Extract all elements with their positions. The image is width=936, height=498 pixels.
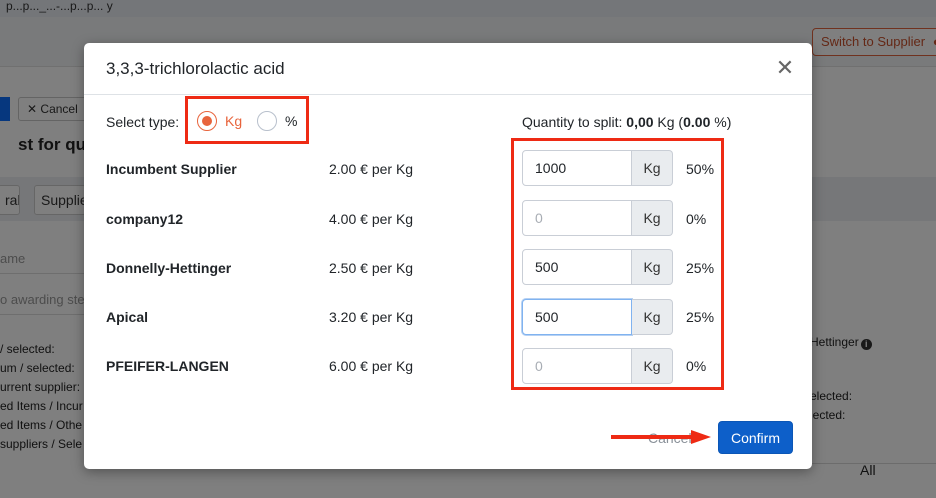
quantity-input[interactable] [522,150,632,186]
unit-addon: Kg [632,150,673,186]
unit-addon: Kg [632,348,673,384]
split-quantity-modal: 3,3,3-trichlorolactic acid ✕ Select type… [84,43,812,469]
unit-addon: Kg [632,249,673,285]
split-percent: 25% [686,260,715,276]
supplier-name: PFEIFER-LANGEN [106,358,229,374]
cancel-button[interactable]: Cancel [648,430,692,446]
supplier-name: Donnelly-Hettinger [106,260,232,276]
quantity-to-split: Quantity to split: 0,00 Kg (0.00 %) [522,114,732,130]
split-percent: 50% [686,161,715,177]
unit-addon: Kg [632,200,673,236]
quantity-input[interactable] [522,249,632,285]
supplier-name: company12 [106,211,184,227]
supplier-name: Incumbent Supplier [106,161,237,177]
supplier-price: 2.50 € per Kg [329,260,414,276]
radio-kg[interactable] [197,111,217,131]
quantity-to-split-percent: 0.00 [683,114,711,130]
unit-addon: Kg [632,299,673,335]
radio-kg-label[interactable]: Kg [225,113,242,129]
modal-header: 3,3,3-trichlorolactic acid ✕ [84,43,812,95]
select-type-label: Select type: [106,114,180,130]
quantity-input[interactable] [522,200,632,236]
supplier-price: 6.00 € per Kg [329,358,414,374]
supplier-price: 4.00 € per Kg [329,211,414,227]
quantity-input[interactable] [522,348,632,384]
quantity-to-split-unit: Kg [657,114,675,130]
modal-title: 3,3,3-trichlorolactic acid [106,59,285,78]
quantity-to-split-label: Quantity to split: [522,114,623,130]
quantity-to-split-percent-suffix: %) [714,114,732,130]
supplier-price: 2.00 € per Kg [329,161,414,177]
split-percent: 0% [686,211,707,227]
quantity-to-split-value: 0,00 [626,114,654,130]
radio-percent-label[interactable]: % [285,113,297,129]
supplier-price: 3.20 € per Kg [329,309,414,325]
quantity-input[interactable] [522,299,632,335]
split-percent: 0% [686,358,707,374]
supplier-name: Apical [106,309,149,325]
confirm-button[interactable]: Confirm [718,421,793,454]
radio-percent[interactable] [257,111,277,131]
close-icon[interactable]: ✕ [774,57,796,80]
split-percent: 25% [686,309,715,325]
